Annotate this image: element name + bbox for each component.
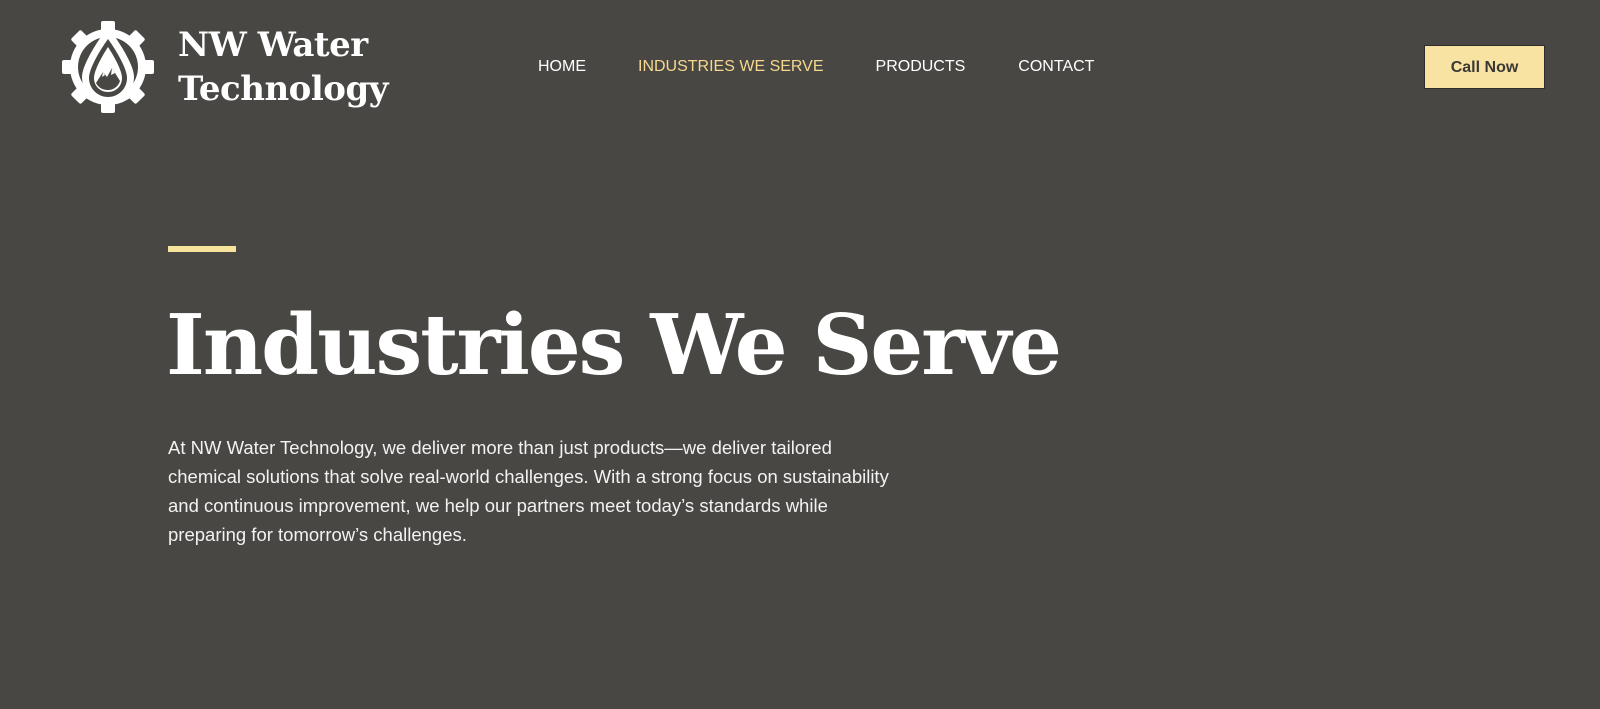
nav-item-products[interactable]: PRODUCTS [876,57,966,77]
main-nav: HOME INDUSTRIES WE SERVE PRODUCTS CONTAC… [538,57,1094,77]
brand-name-line1: NW Water [178,25,368,65]
hero-accent-bar [168,246,236,252]
gear-water-drop-icon [62,21,154,113]
brand-name: NW Water Technology [178,23,398,111]
hero-description: At NW Water Technology, we deliver more … [168,437,889,545]
nav-item-contact[interactable]: CONTACT [1018,57,1094,77]
nav-item-industries-we-serve[interactable]: INDUSTRIES WE SERVE [638,57,824,77]
brand-name-line2: Technology [178,69,388,109]
site-header: NW Water Technology HOME INDUSTRIES WE S… [0,0,1600,140]
call-now-button[interactable]: Call Now [1424,45,1545,89]
page-title: Industries We Serve [166,296,1062,394]
nav-item-home[interactable]: HOME [538,57,586,77]
brand-logo-link[interactable]: NW Water Technology [58,17,398,117]
